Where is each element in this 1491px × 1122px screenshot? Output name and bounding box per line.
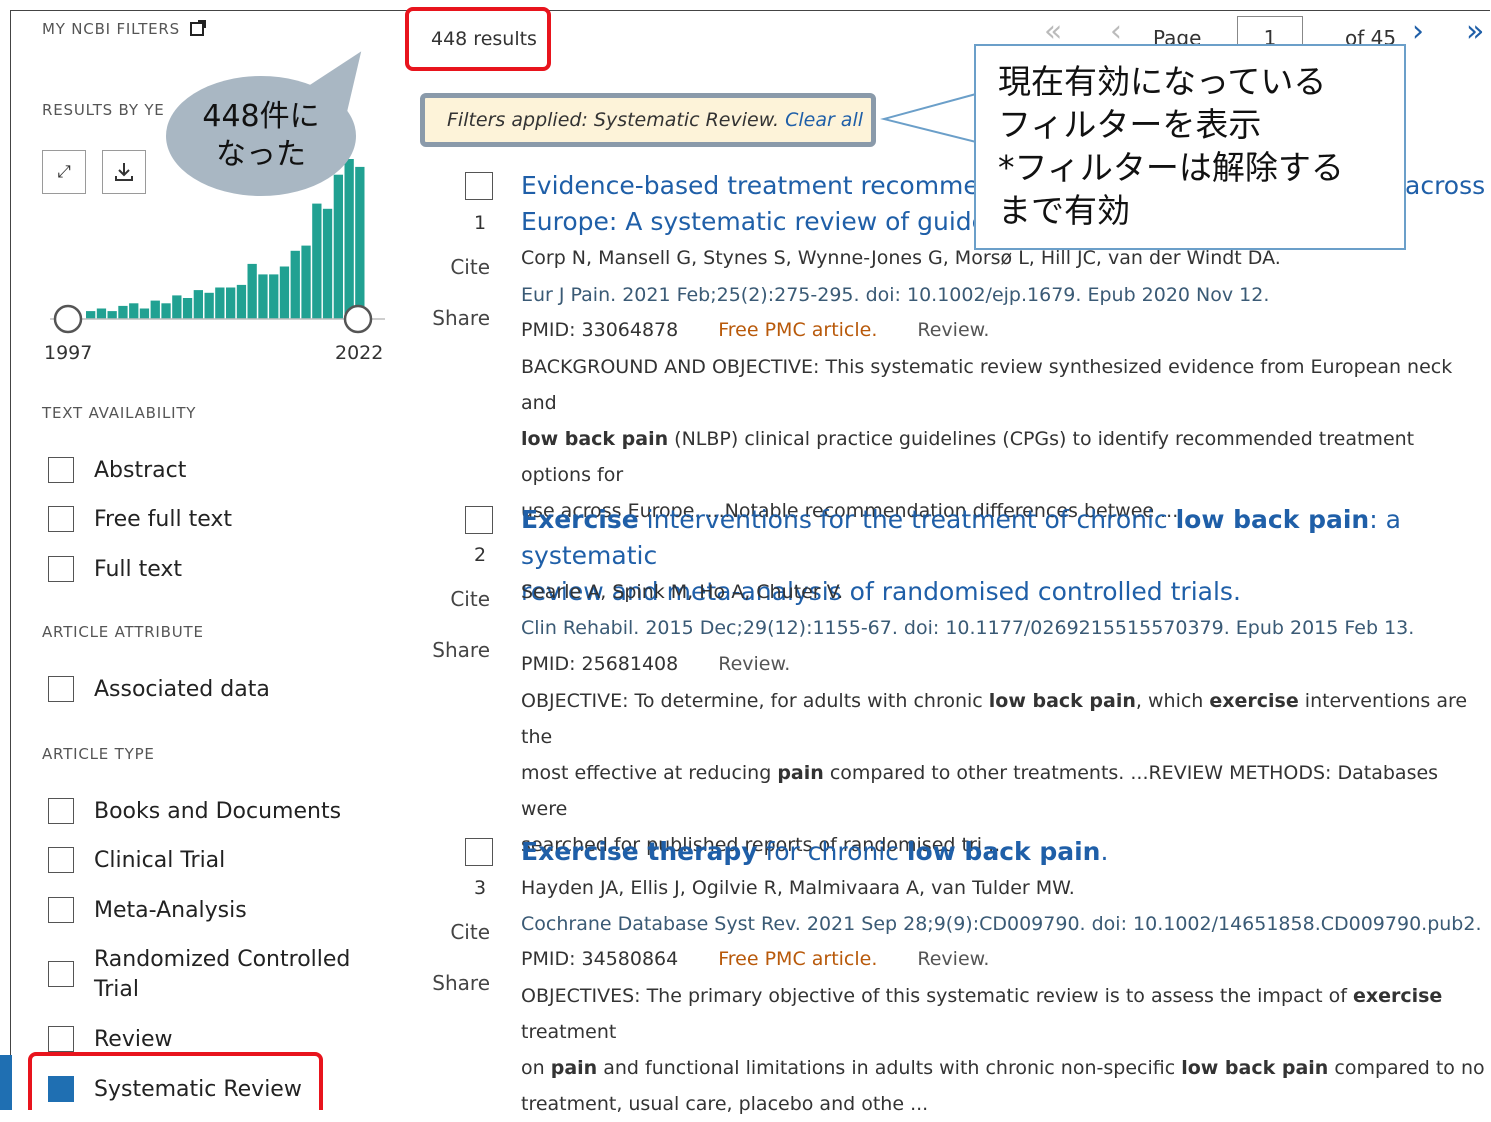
- last-page-icon[interactable]: »: [1466, 14, 1484, 49]
- year-start-label: 1997: [44, 342, 93, 364]
- histogram-bar[interactable]: [344, 159, 354, 319]
- external-link-icon[interactable]: [189, 22, 204, 36]
- cite-button[interactable]: Cite: [432, 920, 490, 944]
- result-authors: Corp N, Mansell G, Stynes S, Wynne-Jones…: [521, 247, 1281, 269]
- histogram-bar[interactable]: [258, 274, 268, 319]
- pmid: PMID: 25681408: [521, 653, 679, 675]
- result-authors: Hayden JA, Ellis J, Ogilvie R, Malmivaar…: [521, 877, 1075, 899]
- year-end-label: 2022: [335, 342, 384, 364]
- result-title-link[interactable]: Exercise therapy for chronic low back pa…: [521, 834, 1481, 870]
- result-authors: Searle A, Spink M, Ho A, Chuter V.: [521, 581, 844, 603]
- result-citation: Cochrane Database Syst Rev. 2021 Sep 28;…: [521, 913, 1482, 935]
- histogram-bar[interactable]: [172, 295, 182, 319]
- histogram-bar[interactable]: [182, 298, 193, 319]
- free-pmc-badge: Free PMC article.: [718, 319, 878, 341]
- result-meta: PMID: 33064878 Free PMC article. Review.: [521, 319, 989, 341]
- histogram-bar[interactable]: [322, 208, 333, 319]
- filters-applied-bar: Filters applied: Systematic Review. Clea…: [420, 93, 876, 147]
- results-count-callout: 448件に なった: [166, 76, 356, 196]
- histogram-bar[interactable]: [290, 250, 300, 319]
- filter-full-text[interactable]: Full text: [48, 555, 182, 585]
- year-range-start-handle[interactable]: [53, 304, 83, 334]
- histogram-bar[interactable]: [139, 308, 150, 320]
- filter-randomized-controlled-trial[interactable]: Randomized Controlled Trial: [48, 945, 354, 1005]
- filter-review[interactable]: Review: [48, 1025, 173, 1055]
- checkbox[interactable]: [48, 457, 74, 483]
- checkbox[interactable]: [48, 1026, 74, 1052]
- share-button[interactable]: Share: [432, 971, 490, 995]
- checkbox[interactable]: [48, 676, 74, 702]
- histogram-bar[interactable]: [279, 266, 290, 320]
- histogram-bar[interactable]: [301, 245, 311, 319]
- histogram-bar[interactable]: [161, 303, 171, 319]
- filter-free-full-text[interactable]: Free full text: [48, 505, 232, 535]
- pmid: PMID: 34580864: [521, 948, 679, 970]
- histogram-bar[interactable]: [226, 287, 236, 320]
- result-meta: PMID: 34580864 Free PMC article. Review.: [521, 948, 989, 970]
- checkbox[interactable]: [48, 961, 74, 987]
- histogram-bar[interactable]: [86, 311, 96, 319]
- checkbox[interactable]: [48, 556, 74, 582]
- checkbox[interactable]: [48, 847, 74, 873]
- results-by-year-heading: RESULTS BY YE: [42, 101, 165, 119]
- result-snippet: OBJECTIVES: The primary objective of thi…: [521, 985, 1485, 1115]
- histogram-bar[interactable]: [150, 300, 160, 319]
- histogram-bar[interactable]: [107, 311, 117, 319]
- filters-applied-text: Filters applied: Systematic Review.: [447, 109, 780, 131]
- year-range-end-handle[interactable]: [343, 304, 373, 334]
- result-number: 3: [474, 877, 487, 899]
- filters-callout-box: 現在有効になっている フィルターを表示 *フィルターは解除する まで有効: [974, 44, 1406, 250]
- share-button[interactable]: Share: [432, 306, 490, 330]
- histogram-bar[interactable]: [312, 203, 322, 319]
- result-checkbox[interactable]: [465, 172, 493, 200]
- histogram-bar[interactable]: [236, 284, 247, 319]
- checkbox[interactable]: [48, 798, 74, 824]
- histogram-bar[interactable]: [204, 292, 214, 319]
- filter-books-and-documents[interactable]: Books and Documents: [48, 797, 341, 827]
- cite-button[interactable]: Cite: [432, 255, 490, 279]
- review-tag: Review.: [718, 653, 791, 675]
- my-ncbi-filters-heading[interactable]: MY NCBI FILTERS: [42, 20, 204, 38]
- histogram-bar[interactable]: [355, 166, 365, 319]
- filter-abstract[interactable]: Abstract: [48, 456, 186, 486]
- histogram-bar[interactable]: [269, 274, 279, 319]
- box-callout-pointer: [880, 92, 978, 144]
- systematic-review-highlight: [28, 1052, 323, 1110]
- filter-meta-analysis[interactable]: Meta-Analysis: [48, 896, 247, 926]
- histogram-bar[interactable]: [247, 263, 257, 319]
- result-checkbox[interactable]: [465, 838, 493, 866]
- free-pmc-badge: Free PMC article.: [718, 948, 878, 970]
- result-checkbox[interactable]: [465, 506, 493, 534]
- filter-clinical-trial[interactable]: Clinical Trial: [48, 846, 225, 876]
- share-button[interactable]: Share: [432, 638, 490, 662]
- cite-button[interactable]: Cite: [432, 587, 490, 611]
- checkbox[interactable]: [48, 506, 74, 532]
- clear-all-link[interactable]: Clear all: [785, 109, 863, 131]
- checkbox[interactable]: [48, 897, 74, 923]
- result-citation: Eur J Pain. 2021 Feb;25(2):275-295. doi:…: [521, 284, 1270, 306]
- histogram-bar[interactable]: [96, 308, 107, 320]
- article-attribute-heading: ARTICLE ATTRIBUTE: [42, 623, 204, 641]
- filter-associated-data[interactable]: Associated data: [48, 675, 270, 705]
- results-count-highlight: [405, 7, 551, 71]
- next-page-icon[interactable]: ›: [1412, 14, 1424, 49]
- pmid: PMID: 33064878: [521, 319, 679, 341]
- histogram-bar[interactable]: [118, 305, 128, 319]
- result-number: 1: [474, 212, 487, 234]
- histogram-bar[interactable]: [333, 174, 343, 319]
- histogram-bar[interactable]: [129, 303, 139, 319]
- left-edge-bar: [0, 1055, 12, 1110]
- result-number: 2: [474, 544, 487, 566]
- histogram-bar[interactable]: [193, 290, 203, 319]
- article-type-heading: ARTICLE TYPE: [42, 745, 155, 763]
- histogram-bar[interactable]: [215, 287, 225, 320]
- review-tag: Review.: [917, 319, 990, 341]
- text-availability-heading: TEXT AVAILABILITY: [42, 404, 197, 422]
- result-citation: Clin Rehabil. 2015 Dec;29(12):1155-67. d…: [521, 617, 1415, 639]
- review-tag: Review.: [917, 948, 990, 970]
- result-meta: PMID: 25681408 Review.: [521, 653, 790, 675]
